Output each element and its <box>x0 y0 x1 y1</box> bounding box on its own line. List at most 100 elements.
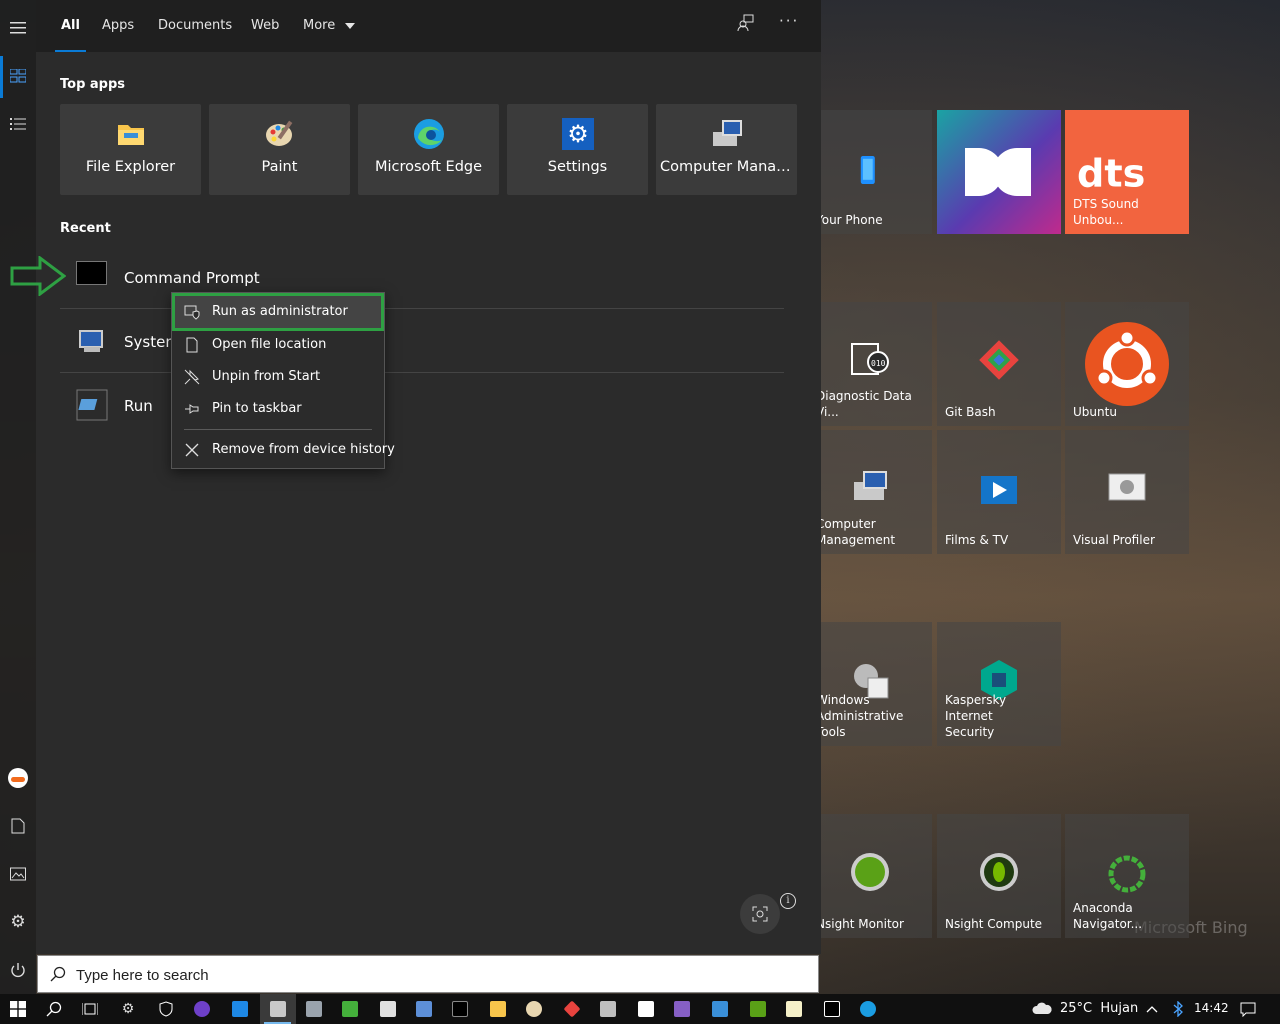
all-apps-list-icon[interactable] <box>0 104 36 144</box>
tile-diagnostic-data[interactable]: 010 Diagnostic Data Vi... <box>808 302 932 426</box>
tab-apps[interactable]: Apps <box>102 0 134 52</box>
tile-anaconda[interactable]: Anaconda Navigator... <box>1065 814 1189 938</box>
taskbar-github-icon[interactable] <box>184 994 220 1024</box>
top-app-label: Settings <box>547 159 608 175</box>
dolby-icon <box>965 148 1031 196</box>
system-icon <box>79 330 103 352</box>
pin-icon <box>185 404 199 414</box>
taskbar-app-icon[interactable] <box>702 994 738 1024</box>
tile-ubuntu[interactable]: Ubuntu <box>1065 302 1189 426</box>
taskbar-edge-icon[interactable] <box>850 994 886 1024</box>
taskbar-app-icon[interactable] <box>370 994 406 1024</box>
tab-more[interactable]: More <box>303 0 356 52</box>
menu-item-pin-to-taskbar[interactable]: Pin to taskbar <box>172 393 384 425</box>
settings-gear-icon[interactable]: ⚙ <box>0 902 36 942</box>
weather-text[interactable]: 25°C Hujan <box>1060 1001 1138 1016</box>
tile-your-phone[interactable]: Your Phone <box>808 110 932 234</box>
menu-item-run-as-administrator[interactable]: Run as administrator <box>172 293 384 331</box>
top-app-settings[interactable]: ⚙ Settings <box>507 104 648 195</box>
feedback-icon[interactable] <box>736 14 754 36</box>
taskbar-app-icon[interactable] <box>406 994 442 1024</box>
edge-icon <box>414 119 444 149</box>
folder-icon <box>118 125 144 145</box>
search-input[interactable] <box>76 962 796 988</box>
hamburger-menu-icon[interactable] <box>0 8 36 48</box>
tile-nsight-monitor[interactable]: Nsight Monitor <box>808 814 932 938</box>
tab-web[interactable]: Web <box>251 0 279 52</box>
top-app-paint[interactable]: Paint <box>209 104 350 195</box>
taskbar-security-icon[interactable] <box>148 994 184 1024</box>
tile-films-tv[interactable]: Films & TV <box>937 430 1061 554</box>
tab-more-label: More <box>303 18 336 33</box>
tile-kaspersky[interactable]: Kaspersky Internet Security <box>937 622 1061 746</box>
taskbar-store-icon[interactable] <box>628 994 664 1024</box>
top-app-file-explorer[interactable]: File Explorer <box>60 104 201 195</box>
run-icon <box>76 389 108 421</box>
clock-time[interactable]: 14:42 <box>1194 1001 1229 1015</box>
taskbar-visual-studio-icon[interactable] <box>664 994 700 1024</box>
menu-separator <box>184 429 372 430</box>
tile-label: Git Bash <box>945 405 996 419</box>
tile-label: Anaconda Navigator... <box>1073 901 1143 931</box>
tab-all[interactable]: All <box>55 0 86 52</box>
bluetooth-icon[interactable] <box>1160 994 1196 1024</box>
tile-label: Windows Administrative Tools <box>816 693 904 739</box>
taskbar-pycharm-icon[interactable] <box>814 994 850 1024</box>
taskbar-anaconda-icon[interactable] <box>332 994 368 1024</box>
caret-down-icon <box>345 22 356 29</box>
top-app-microsoft-edge[interactable]: Microsoft Edge <box>358 104 499 195</box>
home-tiles-icon[interactable] <box>0 56 36 96</box>
weather-cloud-icon[interactable] <box>1024 994 1060 1024</box>
tile-visual-profiler[interactable]: Visual Profiler <box>1065 430 1189 554</box>
taskbar-git-icon[interactable] <box>554 994 590 1024</box>
user-avatar-icon[interactable] <box>0 758 36 798</box>
menu-item-label: Open file location <box>212 337 327 352</box>
file-icon <box>186 337 198 353</box>
menu-item-remove-from-device-history[interactable]: Remove from device history <box>172 434 395 466</box>
start-windows-icon[interactable] <box>0 994 36 1024</box>
annotation-arrow-icon <box>10 256 66 296</box>
tile-nsight-compute[interactable]: Nsight Compute <box>937 814 1061 938</box>
tile-computer-management[interactable]: Computer Management <box>808 430 932 554</box>
palette-icon <box>266 120 293 146</box>
tile-dts[interactable]: dts DTS Sound Unbou... <box>1065 110 1189 234</box>
nsight-compute-icon <box>980 853 1018 891</box>
taskbar-paint-icon[interactable] <box>516 994 552 1024</box>
tile-label: Computer Management <box>816 517 896 547</box>
taskbar-computer-management-icon[interactable] <box>260 994 296 1024</box>
taskbar-search-icon[interactable] <box>36 994 72 1024</box>
phone-icon <box>860 156 875 184</box>
info-icon[interactable]: i <box>780 893 796 909</box>
top-app-label: File Explorer <box>85 159 176 175</box>
menu-item-unpin-from-start[interactable]: Unpin from Start <box>172 361 384 393</box>
taskbar-app-icon[interactable] <box>740 994 776 1024</box>
taskbar-terminal-icon[interactable] <box>442 994 478 1024</box>
taskbar-mail-icon[interactable] <box>222 994 258 1024</box>
tile-windows-admin-tools[interactable]: Windows Administrative Tools <box>808 622 932 746</box>
documents-icon[interactable] <box>0 806 36 846</box>
terminal-icon <box>76 261 107 285</box>
menu-item-open-file-location[interactable]: Open file location <box>172 329 384 361</box>
pictures-icon[interactable] <box>0 854 36 894</box>
tile-dolby[interactable] <box>937 110 1061 234</box>
top-app-computer-management[interactable]: Computer Manag... <box>656 104 797 195</box>
more-options-icon[interactable]: ··· <box>779 12 799 30</box>
taskbar-app-icon[interactable] <box>296 994 332 1024</box>
tile-label: Ubuntu <box>1073 405 1117 419</box>
tab-documents[interactable]: Documents <box>158 0 232 52</box>
visual-search-button[interactable] <box>740 894 780 934</box>
taskbar-file-explorer-icon[interactable] <box>480 994 516 1024</box>
taskbar-app-icon[interactable] <box>590 994 626 1024</box>
menu-item-label: Pin to taskbar <box>212 401 302 416</box>
menu-item-label: Run as administrator <box>212 304 348 319</box>
taskbar-notepad-icon[interactable] <box>776 994 812 1024</box>
menu-item-label: Unpin from Start <box>212 369 321 384</box>
recent-item-label: Command Prompt <box>124 269 260 287</box>
taskbar-settings-icon[interactable]: ⚙ <box>110 994 146 1024</box>
search-box[interactable] <box>37 955 819 993</box>
notification-center-icon[interactable] <box>1230 994 1266 1024</box>
tile-label: DTS Sound Unbou... <box>1073 197 1139 227</box>
tile-git-bash[interactable]: Git Bash <box>937 302 1061 426</box>
power-icon[interactable] <box>0 950 36 990</box>
task-view-icon[interactable] <box>72 994 108 1024</box>
